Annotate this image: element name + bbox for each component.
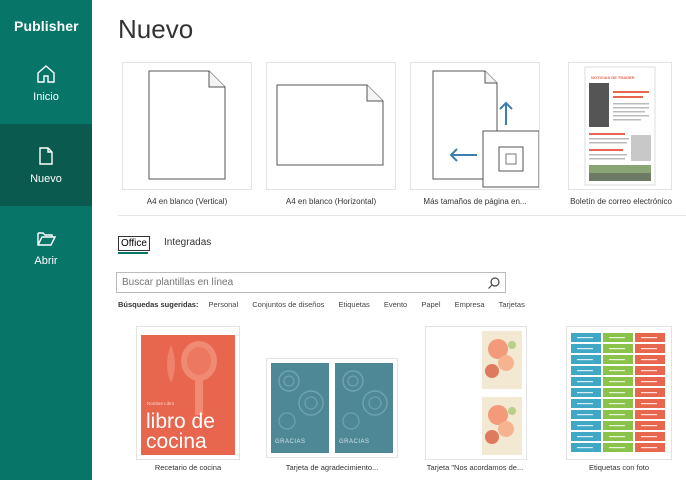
- suggestion-design-sets[interactable]: Conjuntos de diseños: [252, 300, 324, 309]
- suggestion-labels[interactable]: Etiquetas: [338, 300, 369, 309]
- suggestion-event[interactable]: Evento: [384, 300, 407, 309]
- nav-label-inicio: Inicio: [33, 91, 59, 103]
- label-cell-text-line: [641, 381, 657, 383]
- label-cell-text-line: [609, 403, 625, 405]
- label-cell-text-line: [641, 425, 657, 427]
- newsletter-heading: NOTICIAS DE TRADER: [591, 75, 635, 80]
- template-label: A4 en blanco (Vertical): [146, 197, 228, 206]
- label-cell-text-line: [641, 392, 657, 394]
- sidebar: Publisher Inicio Nuevo Abrir: [0, 0, 92, 480]
- template-cookbook[interactable]: Nombre Libro libro de cocina: [136, 326, 240, 460]
- more-page-sizes-icon: [432, 70, 540, 188]
- card-panel-right: GRACIAS: [335, 363, 393, 453]
- suggestion-cards[interactable]: Tarjetas: [499, 300, 525, 309]
- label-cell-text-line: [577, 425, 593, 427]
- nav-item-inicio[interactable]: Inicio: [0, 42, 92, 124]
- label-cell-text-line: [577, 392, 593, 394]
- label-cell-text-line: [609, 381, 625, 383]
- template-label: Tarjeta "Nos acordamos de...: [426, 463, 524, 472]
- suggested-searches: Búsquedas sugeridas: Personal Conjuntos …: [118, 300, 537, 309]
- tab-office[interactable]: Office: [118, 236, 150, 251]
- template-photo-labels[interactable]: [566, 326, 672, 460]
- template-a4-vertical[interactable]: [122, 62, 252, 190]
- template-thank-you-card[interactable]: GRACIAS GRACIAS: [266, 358, 398, 458]
- nav-label-nuevo: Nuevo: [30, 173, 62, 185]
- label-cell-text-line: [577, 381, 593, 383]
- suggested-searches-label: Búsquedas sugeridas:: [118, 300, 199, 309]
- open-folder-icon: [37, 232, 57, 246]
- search-input[interactable]: [122, 275, 482, 290]
- label-cell-text-line: [641, 414, 657, 416]
- label-cell-text-line: [577, 436, 593, 438]
- suggestion-business[interactable]: Empresa: [455, 300, 485, 309]
- section-divider: [118, 215, 686, 216]
- label-cell-text-line: [577, 403, 593, 405]
- label-cell-text-line: [641, 436, 657, 438]
- label-cell-text-line: [641, 337, 657, 339]
- label-cell-text-line: [609, 348, 625, 350]
- label-cell-text-line: [641, 348, 657, 350]
- template-email-newsletter[interactable]: NOTICIAS DE TRADER: [568, 62, 672, 190]
- search-icon[interactable]: [487, 276, 501, 290]
- label-cell-text-line: [609, 414, 625, 416]
- card-text-right: GRACIAS: [339, 439, 370, 445]
- template-a4-horizontal[interactable]: [266, 62, 396, 190]
- blank-portrait-page-icon: [148, 70, 226, 180]
- label-cell-text-line: [609, 337, 625, 339]
- nav-item-nuevo[interactable]: Nuevo: [0, 124, 92, 206]
- template-label: Recetario de cocina: [154, 463, 222, 472]
- suggestion-personal[interactable]: Personal: [209, 300, 239, 309]
- template-search-box: [116, 272, 506, 293]
- cookbook-small-text: Nombre Libro: [147, 401, 175, 406]
- label-cell-text-line: [577, 447, 593, 449]
- label-cell-text-line: [609, 436, 625, 438]
- cookbook-title-line-1: libro de: [146, 410, 215, 433]
- template-label: Etiquetas con foto: [588, 463, 650, 472]
- template-remember-card[interactable]: [425, 326, 527, 460]
- label-cell-text-line: [609, 425, 625, 427]
- card-text-left: GRACIAS: [275, 439, 306, 445]
- label-cell-text-line: [577, 337, 593, 339]
- label-cell-text-line: [641, 403, 657, 405]
- active-tab-indicator: [118, 252, 148, 254]
- label-cell-text-line: [641, 359, 657, 361]
- new-document-icon: [39, 147, 53, 165]
- label-cell-text-line: [641, 370, 657, 372]
- template-label: A4 en blanco (Horizontal): [285, 197, 377, 206]
- template-more-sizes[interactable]: [410, 62, 540, 190]
- flower-photos: [482, 331, 522, 455]
- label-cell-text-line: [609, 359, 625, 361]
- app-name: Publisher: [14, 18, 79, 34]
- label-cell-text-line: [641, 447, 657, 449]
- label-sheet-thumbnail: [571, 333, 665, 452]
- label-cell-text-line: [577, 359, 593, 361]
- card-panel-left: GRACIAS: [271, 363, 329, 453]
- newsletter-thumbnail: [584, 66, 656, 186]
- cookbook-cover: Nombre Libro libro de cocina: [141, 335, 235, 455]
- label-cell-text-line: [609, 370, 625, 372]
- label-cell-text-line: [577, 414, 593, 416]
- suggestion-paper[interactable]: Papel: [421, 300, 440, 309]
- label-cell-text-line: [609, 447, 625, 449]
- tab-integradas[interactable]: Integradas: [164, 237, 211, 248]
- nav-label-abrir: Abrir: [34, 255, 58, 267]
- blank-landscape-page-icon: [276, 84, 384, 166]
- template-label: Boletín de correo electrónico: [570, 197, 672, 206]
- template-label: Más tamaños de página en...: [423, 197, 527, 206]
- home-icon: [37, 65, 55, 83]
- nav-item-abrir[interactable]: Abrir: [0, 206, 92, 288]
- template-label: Tarjeta de agradecimiento...: [285, 463, 379, 472]
- label-cell-text-line: [577, 370, 593, 372]
- label-cell-text-line: [609, 392, 625, 394]
- label-cell-text-line: [577, 348, 593, 350]
- page-title: Nuevo: [118, 14, 194, 44]
- cookbook-title-line-2: cocina: [146, 430, 207, 453]
